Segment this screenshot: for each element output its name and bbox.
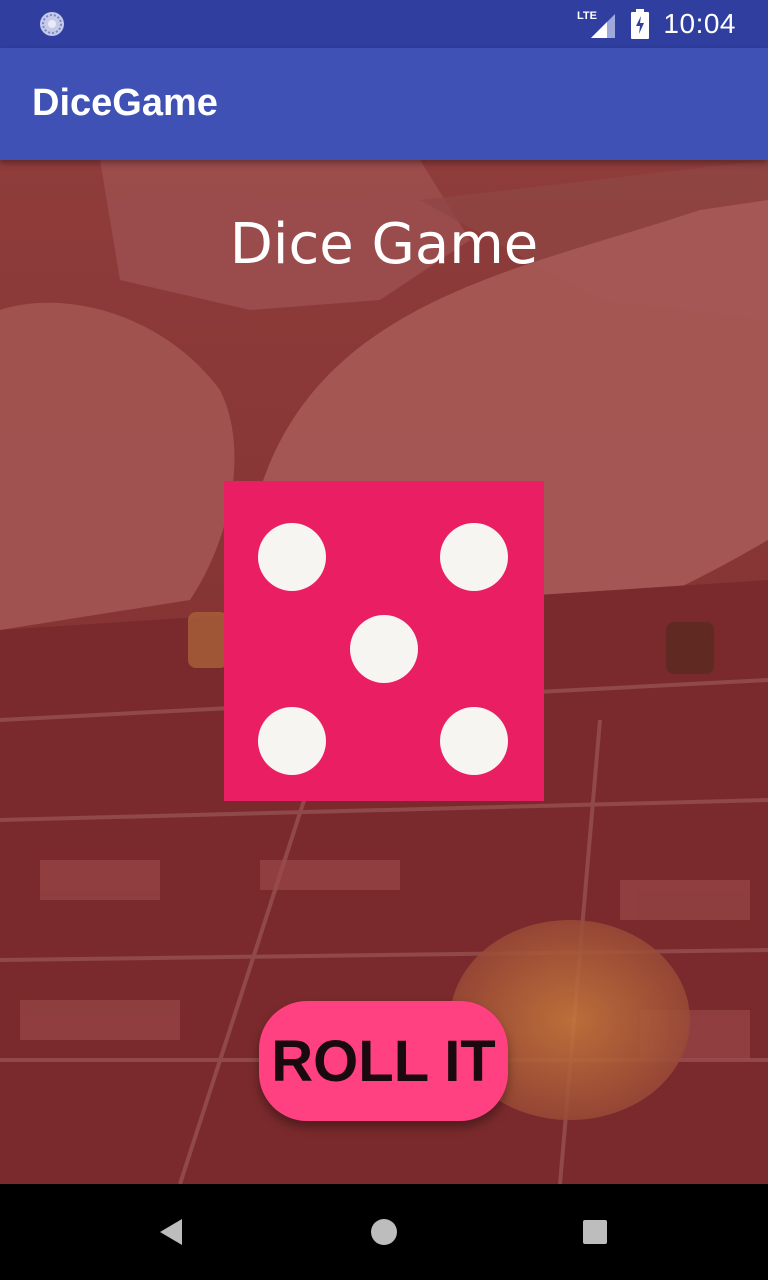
sync-icon [40, 12, 64, 36]
die-face[interactable] [224, 481, 544, 801]
die-pip [350, 615, 418, 683]
status-icons: LTE 10:04 [577, 0, 736, 48]
die-pip [440, 707, 508, 775]
main-content: Dice Game ROLL IT [0, 160, 768, 1184]
back-icon[interactable] [148, 1208, 196, 1256]
app-bar: DiceGame [0, 48, 768, 160]
lte-label: LTE [577, 10, 597, 22]
die-pip [258, 523, 326, 591]
app-title: DiceGame [32, 82, 218, 124]
die-pip [440, 523, 508, 591]
page-heading: Dice Game [229, 212, 539, 277]
home-icon[interactable] [360, 1208, 408, 1256]
recents-icon[interactable] [571, 1208, 619, 1256]
roll-it-button[interactable]: ROLL IT [259, 1001, 508, 1121]
die-pip [258, 707, 326, 775]
lte-signal-icon: LTE [577, 8, 617, 40]
battery-charging-icon [631, 9, 650, 39]
screen: LTE 10:04 DiceGame Dice Game ROLL IT [0, 0, 768, 1280]
status-clock: 10:04 [663, 8, 736, 39]
navigation-bar [0, 1184, 768, 1280]
status-bar: LTE 10:04 [0, 0, 768, 48]
